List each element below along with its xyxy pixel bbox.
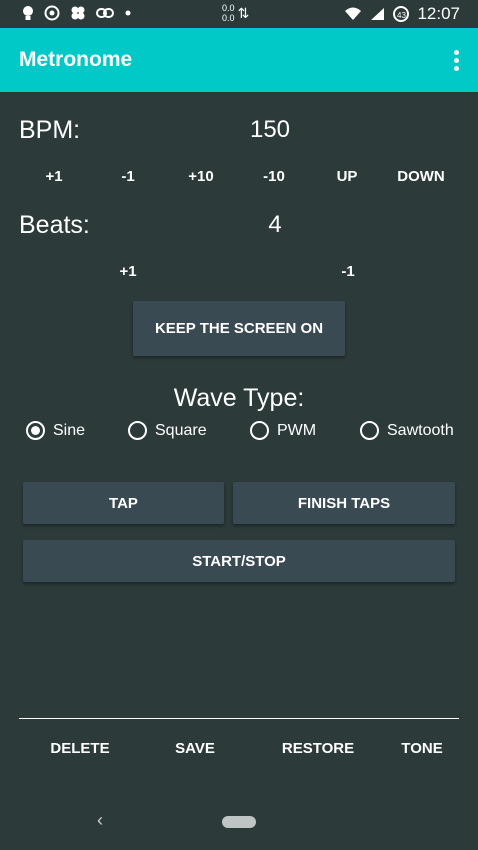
- status-bar: 0.0 0.0 ⇅ 43 12:07: [0, 0, 478, 28]
- radio-checked-icon[interactable]: [26, 421, 45, 440]
- finish-taps-button[interactable]: FINISH TAPS: [233, 482, 455, 524]
- bpm-plus-1-button[interactable]: +1: [32, 168, 76, 185]
- signal-icon: [371, 8, 385, 20]
- wifi-icon: [345, 7, 362, 20]
- notification-icons: [22, 5, 132, 21]
- divider: [19, 718, 459, 719]
- clock: 12:07: [417, 4, 460, 23]
- radio-pwm-label: PWM: [277, 421, 317, 439]
- beats-plus-1-button[interactable]: +1: [106, 263, 150, 280]
- bpm-down-button[interactable]: DOWN: [392, 168, 450, 185]
- system-icons: 43 12:07: [344, 4, 460, 24]
- navigation-bar: ‹: [0, 800, 478, 850]
- start-stop-button[interactable]: START/STOP: [23, 540, 455, 582]
- pinwheel-icon: [71, 6, 85, 20]
- radio-pwm[interactable]: PWM: [250, 421, 316, 440]
- tap-button[interactable]: TAP: [23, 482, 224, 524]
- keep-screen-on-button[interactable]: KEEP THE SCREEN ON: [133, 301, 345, 356]
- beats-minus-1-button[interactable]: -1: [326, 263, 370, 280]
- battery-icon: 43: [393, 6, 410, 22]
- battery-level: 43: [397, 11, 406, 20]
- link-icon: [96, 8, 114, 18]
- network-speed: 0.0 0.0 ⇅: [222, 3, 249, 23]
- bpm-up-button[interactable]: UP: [325, 168, 369, 185]
- radio-sawtooth-label: Sawtooth: [387, 421, 454, 439]
- save-button[interactable]: SAVE: [160, 740, 230, 757]
- restore-button[interactable]: RESTORE: [273, 740, 363, 757]
- data-transfer-icon: ⇅: [237, 5, 250, 21]
- radio-unchecked-icon[interactable]: [360, 421, 379, 440]
- delete-button[interactable]: DELETE: [40, 740, 120, 757]
- back-icon[interactable]: ‹: [97, 810, 103, 831]
- home-pill-icon[interactable]: [222, 816, 256, 828]
- radio-unchecked-icon[interactable]: [128, 421, 147, 440]
- beats-value: 4: [268, 211, 282, 238]
- bpm-value: 150: [249, 116, 291, 143]
- beats-label: Beats:: [19, 211, 90, 239]
- lightbulb-icon: [23, 6, 33, 20]
- net-speed-bottom: 0.0: [222, 13, 235, 23]
- bpm-plus-10-button[interactable]: +10: [179, 168, 223, 185]
- radio-unchecked-icon[interactable]: [250, 421, 269, 440]
- app-bar: Metronome: [0, 28, 478, 92]
- radio-sine[interactable]: Sine: [26, 421, 85, 440]
- radio-square[interactable]: Square: [128, 421, 207, 440]
- dot-icon: [125, 10, 131, 16]
- bpm-minus-10-button[interactable]: -10: [252, 168, 296, 185]
- bpm-label: BPM:: [19, 116, 81, 144]
- tone-button[interactable]: TONE: [392, 740, 452, 757]
- overflow-menu-icon[interactable]: [454, 50, 460, 74]
- whatsapp-icon: [44, 5, 60, 21]
- net-speed-top: 0.0: [222, 3, 235, 13]
- bpm-minus-1-button[interactable]: -1: [106, 168, 150, 185]
- radio-square-label: Square: [155, 421, 207, 439]
- radio-sine-label: Sine: [53, 421, 86, 439]
- wave-type-title: Wave Type:: [173, 384, 305, 412]
- radio-sawtooth[interactable]: Sawtooth: [360, 421, 454, 440]
- app-title: Metronome: [19, 48, 133, 71]
